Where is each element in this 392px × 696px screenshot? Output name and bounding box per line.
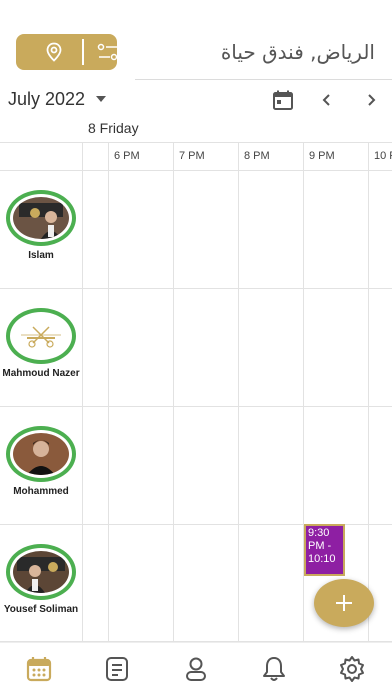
- chevron-down-icon[interactable]: [96, 96, 106, 102]
- calendar-icon[interactable]: [25, 655, 53, 683]
- grid-line: [173, 142, 174, 642]
- avatar-photo: [13, 551, 69, 593]
- person-photo-icon: [13, 433, 69, 475]
- avatar[interactable]: [6, 308, 76, 364]
- time-label: 7 PM: [179, 150, 205, 162]
- appointment-event[interactable]: 9:30 PM - 10:10: [304, 524, 345, 576]
- person-photo-icon: [13, 197, 69, 239]
- plus-icon-vertical: [343, 595, 345, 611]
- filter-separator: [82, 39, 84, 65]
- staff-row-mahmoud-nazer[interactable]: Mahmoud Nazer: [0, 306, 82, 424]
- avatar[interactable]: [6, 190, 76, 246]
- sliders-icon[interactable]: [97, 43, 119, 61]
- grid-line: [108, 142, 109, 642]
- location-title: الرياض, فندق حياة: [220, 40, 375, 64]
- date-label: 8 Friday: [88, 120, 139, 136]
- scissors-logo-icon: [13, 315, 69, 357]
- staff-name: Islam: [28, 250, 54, 261]
- month-row: July 2022: [0, 86, 392, 114]
- list-icon[interactable]: [103, 655, 131, 683]
- avatar[interactable]: [6, 544, 76, 600]
- chevron-left-icon[interactable]: [318, 91, 336, 109]
- staff-row-islam[interactable]: Islam: [0, 188, 82, 306]
- bottom-nav: [0, 642, 392, 696]
- bell-icon[interactable]: [260, 655, 288, 683]
- add-appointment-button[interactable]: [314, 579, 374, 627]
- chevron-right-icon[interactable]: [362, 91, 380, 109]
- staff-name: Mahmoud Nazer: [2, 368, 80, 379]
- staff-row-mohammed[interactable]: Mohammed: [0, 424, 82, 542]
- grid-line: [368, 142, 369, 642]
- filter-box[interactable]: [16, 34, 119, 70]
- avatar-photo: [13, 197, 69, 239]
- staff-row-yousef-soliman[interactable]: Yousef Soliman: [0, 542, 82, 642]
- time-label: 6 PM: [114, 150, 140, 162]
- location-pin-icon[interactable]: [44, 42, 64, 62]
- avatar[interactable]: [6, 426, 76, 482]
- staff-name: Yousef Soliman: [3, 604, 79, 615]
- staff-name: Mohammed: [13, 486, 69, 497]
- grid-line: [238, 142, 239, 642]
- person-photo-icon: [13, 551, 69, 593]
- time-label: 9 PM: [309, 150, 335, 162]
- time-label: 8 PM: [244, 150, 270, 162]
- gear-icon[interactable]: [338, 655, 366, 683]
- avatar-photo: [13, 433, 69, 475]
- grid-line: [0, 142, 392, 143]
- calendar-today-icon[interactable]: [272, 89, 294, 111]
- user-icon[interactable]: [182, 655, 210, 683]
- grid-line: [0, 170, 392, 171]
- month-selector[interactable]: July 2022: [8, 89, 85, 110]
- time-label: 10 P: [374, 150, 392, 162]
- header: الرياض, فندق حياة: [0, 0, 392, 80]
- avatar-logo: [13, 315, 69, 357]
- header-divider: [135, 79, 392, 80]
- grid-line: [82, 142, 83, 642]
